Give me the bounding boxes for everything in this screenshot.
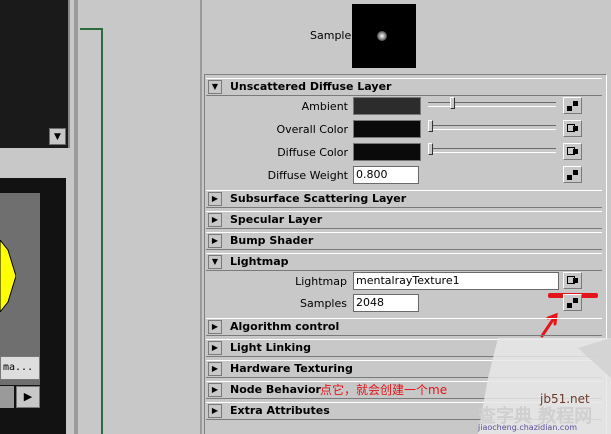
sample-label: Sample (310, 29, 352, 42)
section-label: Subsurface Scattering Layer (230, 192, 407, 205)
section-label: Hardware Texturing (230, 362, 353, 375)
play-icon[interactable]: ▶ (16, 386, 40, 408)
green-connector-line (101, 28, 103, 434)
diffuse-color-slider-handle[interactable] (428, 143, 433, 155)
section-label: Algorithm control (230, 320, 340, 333)
section-label: Bump Shader (230, 234, 314, 247)
samples-field[interactable]: 2048 (353, 294, 419, 312)
panel-divider[interactable] (74, 0, 78, 434)
yellow-object-preview (0, 240, 16, 312)
left-text-field[interactable]: ma... (0, 356, 40, 380)
diffuse-weight-field[interactable]: 0.800 (353, 166, 419, 184)
section-label: Specular Layer (230, 213, 323, 226)
section-label: Unscattered Diffuse Layer (230, 80, 392, 93)
left-panel-dark-area (0, 0, 70, 148)
watermark-text: jiaocheng.chazidian.com (478, 423, 578, 432)
expand-arrow-icon[interactable]: ▶ (208, 320, 222, 334)
lightmap-label: Lightmap (295, 275, 347, 288)
scroll-down-arrow-icon[interactable]: ▼ (49, 128, 66, 145)
section-label: Lightmap (230, 255, 289, 268)
section-label: Node Behavior (230, 383, 321, 396)
ambient-slider[interactable] (428, 102, 556, 107)
overall-color-slider[interactable] (428, 125, 556, 130)
diffuse-color-map-button[interactable] (563, 143, 582, 160)
overall-color-label: Overall Color (276, 123, 348, 136)
green-connector-line (80, 28, 103, 30)
lightmap-map-button[interactable] (563, 272, 582, 289)
sample-highlight (377, 31, 387, 41)
collapse-arrow-icon[interactable]: ▼ (208, 255, 222, 269)
section-label: Extra Attributes (230, 404, 330, 417)
overall-color-map-button[interactable] (563, 120, 582, 137)
left-control-button[interactable] (0, 386, 14, 408)
collapse-arrow-icon[interactable]: ▼ (208, 80, 222, 94)
samples-map-button[interactable] (563, 294, 582, 311)
expand-arrow-icon[interactable]: ▶ (208, 383, 222, 397)
section-lightmap[interactable]: ▼ Lightmap (206, 253, 602, 271)
overall-color-slider-handle[interactable] (428, 120, 433, 132)
section-specular-layer[interactable]: ▶ Specular Layer (206, 211, 602, 229)
expand-arrow-icon[interactable]: ▶ (208, 213, 222, 227)
section-bump-shader[interactable]: ▶ Bump Shader (206, 232, 602, 250)
section-subsurface-scattering-layer[interactable]: ▶ Subsurface Scattering Layer (206, 190, 602, 208)
ambient-map-button[interactable] (563, 97, 582, 114)
ambient-label: Ambient (301, 100, 348, 113)
ambient-slider-handle[interactable] (450, 97, 455, 109)
annotation-text: 点它，就会创建一个me (320, 383, 448, 397)
section-unscattered-diffuse-layer[interactable]: ▼ Unscattered Diffuse Layer (206, 78, 602, 96)
diffuse-color-slider[interactable] (428, 148, 556, 153)
diffuse-weight-label: Diffuse Weight (267, 169, 348, 182)
expand-arrow-icon[interactable]: ▶ (208, 234, 222, 248)
expand-arrow-icon[interactable]: ▶ (208, 341, 222, 355)
diffuse-color-label: Diffuse Color (277, 146, 348, 159)
section-algorithm-control[interactable]: ▶ Algorithm control (206, 318, 602, 336)
expand-arrow-icon[interactable]: ▶ (208, 404, 222, 418)
diffuse-weight-map-button[interactable] (563, 166, 582, 183)
diffuse-color-swatch[interactable] (353, 143, 421, 161)
overall-color-swatch[interactable] (353, 120, 421, 138)
lightmap-field[interactable]: mentalrayTexture1 (353, 272, 559, 290)
expand-arrow-icon[interactable]: ▶ (208, 192, 222, 206)
section-label: Light Linking (230, 341, 311, 354)
expand-arrow-icon[interactable]: ▶ (208, 362, 222, 376)
samples-label: Samples (300, 297, 347, 310)
ambient-color-swatch[interactable] (353, 97, 421, 115)
